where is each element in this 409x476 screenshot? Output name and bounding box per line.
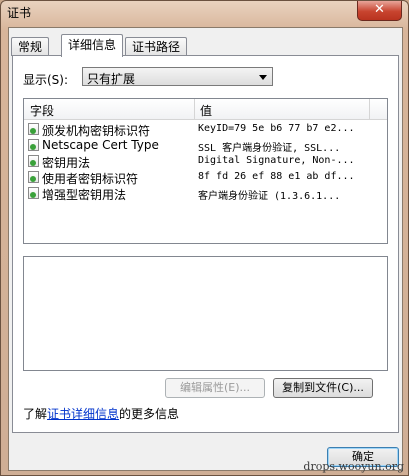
close-button[interactable]: ✕ xyxy=(357,1,402,21)
list-header: 字段 值 xyxy=(24,99,387,120)
tab-details[interactable]: 详细信息 xyxy=(61,34,124,57)
list-row[interactable]: Netscape Cert Type SSL 客户端身份验证, SSL... xyxy=(24,137,387,154)
certificate-dialog: 证书 ✕ 常规 详细信息 证书路径 显示(S): 只有扩展 字段 值 颁发机构密… xyxy=(0,0,409,476)
row-value: Digital Signature, Non-... xyxy=(198,155,355,166)
window-title: 证书 xyxy=(7,6,32,20)
column-header-value[interactable]: 值 xyxy=(200,102,212,119)
details-panel: 显示(S): 只有扩展 字段 值 颁发机构密钥标识符 KeyID=79 5e b… xyxy=(12,55,399,433)
row-value: SSL 客户端身份验证, SSL... xyxy=(198,143,341,154)
watermark: drops.wooyun.org xyxy=(303,460,404,473)
certificate-extension-icon xyxy=(28,187,39,199)
title-bar[interactable]: 证书 ✕ xyxy=(1,1,408,23)
tab-general[interactable]: 常规 xyxy=(11,37,50,56)
row-value: 客户端身份验证 (1.3.6.1... xyxy=(198,191,341,202)
certificate-extension-icon xyxy=(28,123,39,135)
edit-properties-button[interactable]: 编辑属性(E)... xyxy=(165,378,265,398)
show-label: 显示(S): xyxy=(23,73,69,87)
copy-to-file-button[interactable]: 复制到文件(C)... xyxy=(273,378,373,398)
dialog-body: 常规 详细信息 证书路径 显示(S): 只有扩展 字段 值 颁发机构密钥标识符 xyxy=(8,27,403,471)
row-value: 8f fd 26 ef 88 e1 ab df... xyxy=(198,171,355,182)
column-divider[interactable] xyxy=(369,99,370,119)
show-dropdown[interactable]: 只有扩展 xyxy=(82,67,273,86)
fields-list[interactable]: 字段 值 颁发机构密钥标识符 KeyID=79 5e b6 77 b7 e2..… xyxy=(23,98,388,244)
list-row[interactable]: 使用者密钥标识符 8f fd 26 ef 88 e1 ab df... xyxy=(24,169,387,186)
certificate-extension-icon xyxy=(28,155,39,167)
tab-certification-path[interactable]: 证书路径 xyxy=(125,37,188,56)
certificate-extension-icon xyxy=(28,139,39,151)
column-divider[interactable] xyxy=(194,99,195,119)
chevron-down-icon xyxy=(259,75,267,80)
row-field: 增强型密钥用法 xyxy=(42,188,127,202)
list-row[interactable]: 颁发机构密钥标识符 KeyID=79 5e b6 77 b7 e2... xyxy=(24,121,387,138)
certificate-extension-icon xyxy=(28,171,39,183)
learn-more-text: 了解证书详细信息的更多信息 xyxy=(23,405,179,422)
list-row[interactable]: 密钥用法 Digital Signature, Non-... xyxy=(24,153,387,170)
value-detail-box[interactable] xyxy=(23,256,388,371)
list-row[interactable]: 增强型密钥用法 客户端身份验证 (1.3.6.1... xyxy=(24,185,387,202)
learn-more-prefix: 了解 xyxy=(23,407,48,421)
column-header-field[interactable]: 字段 xyxy=(30,102,54,119)
row-field: Netscape Cert Type xyxy=(42,138,159,152)
row-value: KeyID=79 5e b6 77 b7 e2... xyxy=(198,123,355,134)
certificate-details-link[interactable]: 证书详细信息 xyxy=(47,407,119,421)
show-dropdown-value: 只有扩展 xyxy=(87,72,136,86)
learn-more-suffix: 的更多信息 xyxy=(119,407,180,421)
